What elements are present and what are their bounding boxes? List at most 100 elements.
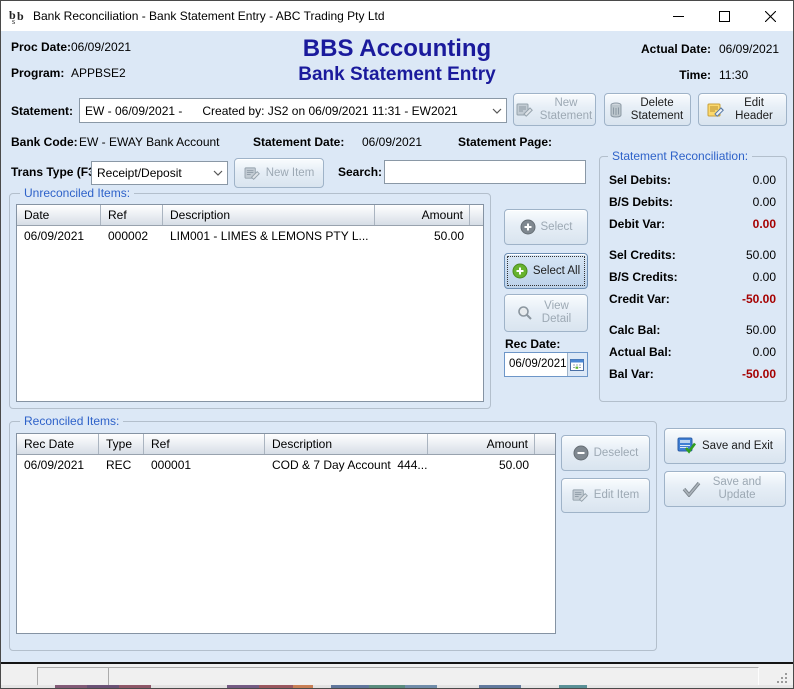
time-value: 11:30 (719, 68, 748, 82)
rec-date-value: 06/09/2021 (505, 353, 567, 376)
unreconciled-group-title: Unreconciled Items: (20, 186, 134, 200)
bs-debits-value: 0.00 (753, 195, 776, 209)
unreconciled-table-row[interactable]: 06/09/2021 000002 LIM001 - LIMES & LEMON… (17, 226, 483, 246)
reconciled-header-row: Rec Date Type Ref Description Amount (17, 434, 555, 455)
save-and-update-button[interactable]: Save and Update (664, 471, 786, 507)
view-detail-button[interactable]: View Detail (504, 294, 588, 332)
select-all-label: Select All (533, 265, 580, 278)
cell-type: REC (99, 458, 144, 475)
actual-date-label: Actual Date: (641, 42, 711, 56)
statement-reconciliation-group: Statement Reconciliation: Sel Debits: 0.… (599, 156, 787, 402)
close-icon (765, 11, 776, 22)
bank-code-value: EW - EWAY Bank Account (79, 135, 220, 149)
column-header-description[interactable]: Description (163, 205, 375, 225)
column-header-date[interactable]: Date (17, 205, 101, 225)
actual-bal-label: Actual Bal: (609, 345, 672, 359)
debit-var-value: 0.00 (753, 217, 776, 231)
cell-amount: 50.00 (428, 458, 535, 475)
trans-type-combobox[interactable]: Receipt/Deposit (91, 161, 228, 185)
magnifier-icon (517, 305, 533, 321)
edit-item-button[interactable]: Edit Item (561, 478, 650, 513)
view-detail-label: View Detail (538, 300, 576, 326)
plus-circle-icon (520, 219, 536, 235)
save-and-exit-button[interactable]: Save and Exit (664, 428, 786, 464)
select-all-button[interactable]: Select All (504, 253, 588, 289)
minimize-icon (673, 11, 684, 22)
chevron-down-icon (209, 170, 227, 176)
column-header-type[interactable]: Type (99, 434, 144, 454)
cell-amount: 50.00 (375, 229, 470, 246)
trash-icon (609, 102, 623, 118)
statement-date-value: 06/09/2021 (362, 135, 422, 149)
bs-debits-label: B/S Debits: (609, 195, 673, 209)
new-statement-button[interactable]: New Statement (513, 93, 596, 126)
actual-date-value: 06/09/2021 (719, 42, 779, 56)
deselect-button[interactable]: Deselect (561, 435, 650, 471)
minus-circle-icon (573, 445, 589, 461)
reconciled-group-title: Reconciled Items: (20, 414, 123, 428)
cell-ref: 000001 (144, 458, 265, 475)
chevron-down-icon (488, 108, 506, 114)
debit-var-label: Debit Var: (609, 217, 665, 231)
form-body: Proc Date: 06/09/2021 Program: APPBSE2 B… (1, 31, 793, 662)
cell-date: 06/09/2021 (17, 229, 101, 246)
resize-grip[interactable] (777, 673, 788, 684)
cell-ref: 000002 (101, 229, 163, 246)
column-header-filler (535, 434, 555, 454)
rec-date-label: Rec Date: (505, 337, 560, 351)
close-button[interactable] (747, 1, 793, 31)
edit-header-icon (707, 102, 725, 118)
unreconciled-table[interactable]: Date Ref Description Amount 06/09/2021 0… (16, 204, 484, 402)
svg-text:s: s (12, 17, 15, 25)
credit-var-label: Credit Var: (609, 292, 670, 306)
save-and-update-label: Save and Update (706, 476, 768, 502)
new-item-button[interactable]: New Item (234, 158, 324, 188)
column-header-filler (470, 205, 483, 225)
statement-reconciliation-title: Statement Reconciliation: (608, 149, 752, 163)
reconciled-table[interactable]: Rec Date Type Ref Description Amount 06/… (16, 433, 556, 634)
bal-var-label: Bal Var: (609, 367, 654, 381)
reconciled-group: Reconciled Items: Rec Date Type Ref Desc… (9, 421, 657, 651)
rec-date-input[interactable]: 06/09/2021 (504, 352, 588, 377)
column-header-rec-date[interactable]: Rec Date (17, 434, 99, 454)
edit-header-button[interactable]: Edit Header (698, 93, 787, 126)
svg-text:b: b (17, 9, 24, 23)
taskbar-sliver (1, 685, 793, 688)
bs-credits-label: B/S Credits: (609, 270, 678, 284)
sel-debits-label: Sel Debits: (609, 173, 671, 187)
reconciled-table-row[interactable]: 06/09/2021 REC 000001 COD & 7 Day Accoun… (17, 455, 555, 475)
delete-statement-button[interactable]: Delete Statement (604, 93, 691, 126)
statement-combobox[interactable]: EW - 06/09/2021 - Created by: JS2 on 06/… (79, 98, 507, 123)
plus-circle-green-icon (512, 263, 528, 279)
minimize-button[interactable] (655, 1, 701, 31)
trans-type-value: Receipt/Deposit (92, 166, 209, 180)
window-controls (655, 1, 793, 31)
edit-item-icon (572, 488, 589, 503)
statement-label: Statement: (11, 104, 73, 118)
column-header-ref[interactable]: Ref (101, 205, 163, 225)
sel-credits-value: 50.00 (746, 248, 776, 262)
column-header-amount[interactable]: Amount (428, 434, 535, 454)
search-label: Search: (338, 165, 382, 179)
screen-title: Bank Statement Entry (1, 64, 793, 86)
save-exit-icon (677, 437, 697, 455)
bal-var-value: -50.00 (742, 367, 776, 381)
select-button[interactable]: Select (504, 209, 588, 245)
calc-bal-label: Calc Bal: (609, 323, 660, 337)
title-bar[interactable]: b b s Bank Reconciliation - Bank Stateme… (1, 1, 793, 31)
app-logo-icon[interactable]: b b s (9, 7, 27, 25)
new-item-icon (244, 166, 261, 181)
edit-item-label: Edit Item (594, 489, 639, 502)
cell-description: COD & 7 Day Account 444... (265, 458, 428, 475)
new-statement-icon (516, 102, 534, 118)
save-and-exit-label: Save and Exit (702, 440, 773, 453)
column-header-amount[interactable]: Amount (375, 205, 470, 225)
column-header-ref[interactable]: Ref (144, 434, 265, 454)
calendar-button[interactable] (567, 353, 587, 376)
status-bar (1, 662, 793, 687)
search-input[interactable] (384, 160, 586, 184)
bank-code-label: Bank Code: (11, 135, 78, 149)
select-label: Select (541, 221, 573, 234)
maximize-button[interactable] (701, 1, 747, 31)
column-header-description[interactable]: Description (265, 434, 428, 454)
